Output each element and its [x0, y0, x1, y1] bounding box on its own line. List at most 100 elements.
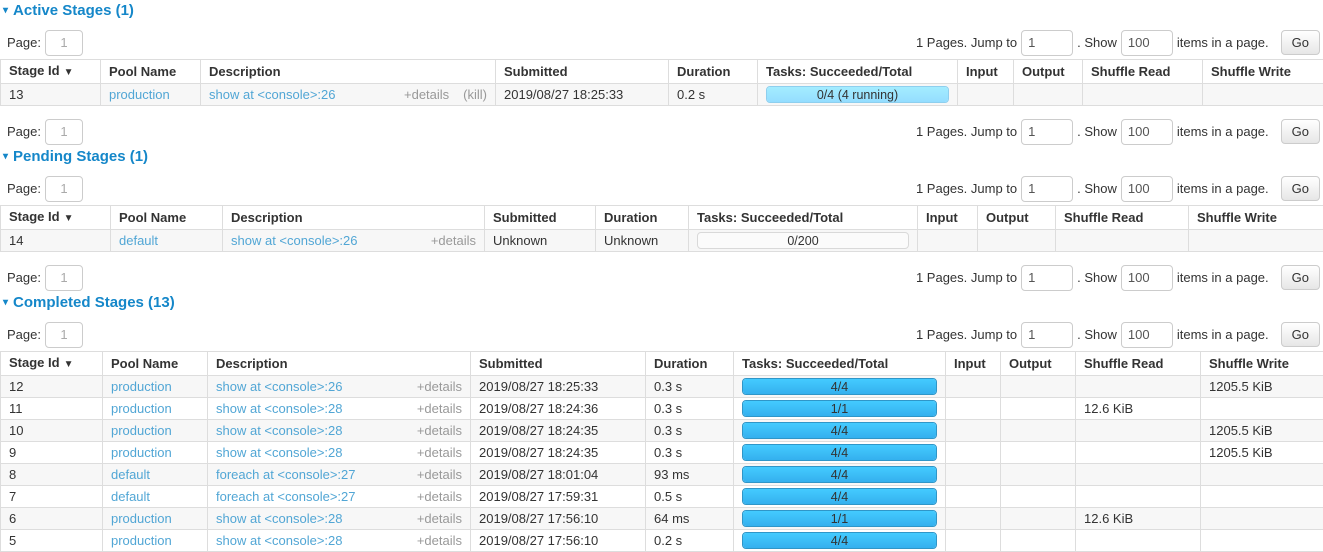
details-toggle-link[interactable]: +details — [417, 423, 462, 438]
tasks-cell: 4/4 — [734, 486, 946, 508]
jump-to-input[interactable] — [1021, 30, 1073, 56]
duration-cell: 64 ms — [646, 508, 734, 530]
go-button[interactable]: Go — [1281, 265, 1320, 290]
jump-to-input[interactable] — [1021, 119, 1073, 145]
column-header-duration[interactable]: Duration — [646, 352, 734, 376]
header-row: Stage Id▼Pool NameDescriptionSubmittedDu… — [1, 60, 1323, 84]
description-link[interactable]: show at <console>:28 — [216, 510, 342, 527]
details-toggle-link[interactable]: +details — [417, 401, 462, 416]
active-stages-table: Stage Id▼Pool NameDescriptionSubmittedDu… — [0, 59, 1323, 106]
kill-link[interactable]: (kill) — [463, 87, 487, 102]
page-number-input[interactable] — [45, 119, 83, 145]
column-header-submitted[interactable]: Submitted — [485, 206, 596, 230]
show-count-input[interactable] — [1121, 265, 1173, 291]
description-link[interactable]: show at <console>:26 — [231, 232, 357, 249]
column-header-shuffle-write[interactable]: Shuffle Write — [1203, 60, 1323, 84]
column-header-stage-id[interactable]: Stage Id▼ — [1, 206, 111, 230]
go-button[interactable]: Go — [1281, 176, 1320, 201]
column-header-tasks-succeeded-total[interactable]: Tasks: Succeeded/Total — [758, 60, 958, 84]
pool-name-link[interactable]: production — [111, 533, 172, 548]
details-toggle-link[interactable]: +details — [417, 379, 462, 394]
page-number-input[interactable] — [45, 176, 83, 202]
pool-name-link[interactable]: production — [111, 445, 172, 460]
go-button[interactable]: Go — [1281, 30, 1320, 55]
details-toggle-link[interactable]: +details — [417, 533, 462, 548]
column-header-duration[interactable]: Duration — [669, 60, 758, 84]
column-header-submitted[interactable]: Submitted — [471, 352, 646, 376]
column-header-shuffle-write[interactable]: Shuffle Write — [1201, 352, 1323, 376]
pool-name-link[interactable]: production — [111, 511, 172, 526]
description-link[interactable]: show at <console>:28 — [216, 532, 342, 549]
jump-to-input[interactable] — [1021, 322, 1073, 348]
tasks-cell: 4/4 — [734, 464, 946, 486]
column-header-stage-id[interactable]: Stage Id▼ — [1, 60, 101, 84]
show-count-input[interactable] — [1121, 322, 1173, 348]
show-count-input[interactable] — [1121, 176, 1173, 202]
column-header-duration[interactable]: Duration — [596, 206, 689, 230]
column-header-shuffle-write[interactable]: Shuffle Write — [1189, 206, 1323, 230]
stage-id-cell: 9 — [1, 442, 103, 464]
pool-name-link[interactable]: production — [109, 87, 170, 102]
pool-name-link[interactable]: production — [111, 401, 172, 416]
details-toggle-link[interactable]: +details — [417, 489, 462, 504]
column-header-tasks-succeeded-total[interactable]: Tasks: Succeeded/Total — [734, 352, 946, 376]
pagination-row-top-completed: Page:1 Pages. Jump to. Showitems in a pa… — [3, 321, 1320, 348]
column-header-input[interactable]: Input — [946, 352, 1001, 376]
pool-name-link[interactable]: default — [111, 489, 150, 504]
pool-name-cell: default — [111, 230, 223, 252]
details-toggle-link[interactable]: +details — [431, 233, 476, 248]
section-title-pending[interactable]: ▾Pending Stages (1) — [3, 148, 1323, 165]
column-header-shuffle-read[interactable]: Shuffle Read — [1056, 206, 1189, 230]
pool-name-link[interactable]: production — [111, 423, 172, 438]
pool-name-link[interactable]: default — [111, 467, 150, 482]
description-link[interactable]: show at <console>:28 — [216, 422, 342, 439]
description-link[interactable]: show at <console>:26 — [209, 86, 335, 103]
description-link[interactable]: foreach at <console>:27 — [216, 466, 356, 483]
items-per-page-label: items in a page. — [1177, 124, 1269, 139]
go-button[interactable]: Go — [1281, 322, 1320, 347]
pool-name-link[interactable]: production — [111, 379, 172, 394]
go-button[interactable]: Go — [1281, 119, 1320, 144]
column-header-shuffle-read[interactable]: Shuffle Read — [1076, 352, 1201, 376]
pages-count-label: 1 Pages. Jump to — [916, 181, 1017, 196]
jump-to-input[interactable] — [1021, 265, 1073, 291]
description-link[interactable]: show at <console>:28 — [216, 400, 342, 417]
page-number-input[interactable] — [45, 322, 83, 348]
column-header-pool-name[interactable]: Pool Name — [111, 206, 223, 230]
description-link[interactable]: foreach at <console>:27 — [216, 488, 356, 505]
jump-to-input[interactable] — [1021, 176, 1073, 202]
column-header-pool-name[interactable]: Pool Name — [103, 352, 208, 376]
details-toggle-link[interactable]: +details — [417, 445, 462, 460]
column-header-submitted[interactable]: Submitted — [496, 60, 669, 84]
column-header-stage-id[interactable]: Stage Id▼ — [1, 352, 103, 376]
column-header-description[interactable]: Description — [201, 60, 496, 84]
shuffle-write-cell — [1201, 486, 1323, 508]
description-link[interactable]: show at <console>:28 — [216, 444, 342, 461]
column-header-output[interactable]: Output — [1014, 60, 1083, 84]
page-number-input[interactable] — [45, 265, 83, 291]
column-header-tasks-succeeded-total[interactable]: Tasks: Succeeded/Total — [689, 206, 918, 230]
section-title-active[interactable]: ▾Active Stages (1) — [3, 2, 1323, 19]
progress-label: 4/4 — [743, 489, 936, 505]
details-toggle-link[interactable]: +details — [417, 511, 462, 526]
column-header-pool-name[interactable]: Pool Name — [101, 60, 201, 84]
details-toggle-link[interactable]: +details — [404, 87, 449, 102]
column-header-description[interactable]: Description — [208, 352, 471, 376]
completed-stages-table: Stage Id▼Pool NameDescriptionSubmittedDu… — [0, 351, 1323, 552]
items-per-page-label: items in a page. — [1177, 270, 1269, 285]
column-header-output[interactable]: Output — [978, 206, 1056, 230]
column-header-description[interactable]: Description — [223, 206, 485, 230]
section-title-completed[interactable]: ▾Completed Stages (13) — [3, 294, 1323, 311]
details-toggle-link[interactable]: +details — [417, 467, 462, 482]
page-number-input[interactable] — [45, 30, 83, 56]
column-header-output[interactable]: Output — [1001, 352, 1076, 376]
column-header-label: Shuffle Write — [1211, 64, 1291, 79]
column-header-input[interactable]: Input — [958, 60, 1014, 84]
column-header-shuffle-read[interactable]: Shuffle Read — [1083, 60, 1203, 84]
show-count-input[interactable] — [1121, 119, 1173, 145]
show-count-input[interactable] — [1121, 30, 1173, 56]
pagination-row-top-active: Page:1 Pages. Jump to. Showitems in a pa… — [3, 29, 1320, 56]
column-header-input[interactable]: Input — [918, 206, 978, 230]
description-link[interactable]: show at <console>:26 — [216, 378, 342, 395]
pool-name-link[interactable]: default — [119, 233, 158, 248]
